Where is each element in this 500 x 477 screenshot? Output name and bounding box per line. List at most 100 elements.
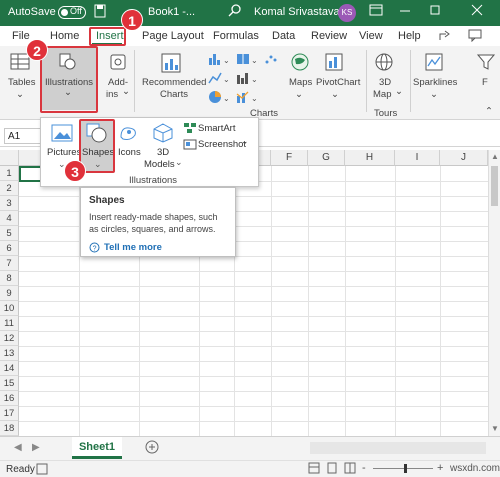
row-header[interactable]: 8 [0,271,19,286]
3d-models-label-2[interactable]: Models [144,159,175,170]
row-header[interactable]: 16 [0,391,19,406]
row-header[interactable]: 7 [0,256,19,271]
tell-me-more-link[interactable]: Tell me more [104,242,162,253]
screenshot-icon[interactable] [183,138,197,153]
add-sheet-icon[interactable] [145,440,159,457]
recommended-charts-icon[interactable] [160,52,182,77]
pivotchart-label[interactable]: PivotChart [316,77,360,88]
column-header[interactable]: F [271,150,308,166]
row-header[interactable]: 12 [0,331,19,346]
row-header[interactable]: 10 [0,301,19,316]
sparklines-label[interactable]: Sparklines [413,77,457,88]
tables-dropdown-icon[interactable]: ⌄ [16,89,24,100]
row-header[interactable]: 3 [0,196,19,211]
sheet-tab[interactable]: Sheet1 [72,437,122,459]
3d-models-icon[interactable] [152,123,174,146]
3d-map-label-1[interactable]: 3D [379,77,391,88]
vertical-scrollbar[interactable]: ▲ ▼ [488,150,500,436]
share-icon[interactable] [438,28,452,45]
accessibility-icon[interactable] [36,463,48,477]
pie-chart-icon[interactable]: ⌄ [208,90,230,107]
row-header[interactable]: 1 [0,166,19,181]
filters-icon[interactable] [476,52,496,75]
collapse-ribbon-icon[interactable]: ⌃ [485,106,493,117]
maps-icon[interactable] [290,52,310,75]
row-header[interactable]: 17 [0,406,19,421]
tab-help[interactable]: Help [398,30,421,42]
3d-models-dropdown-icon[interactable]: ⌄ [175,157,183,168]
search-icon[interactable] [228,3,242,20]
tab-page-layout[interactable]: Page Layout [142,30,204,42]
tab-formulas[interactable]: Formulas [213,30,259,42]
recommended-charts-label-1[interactable]: Recommended [142,77,206,88]
horizontal-scrollbar[interactable] [310,442,486,454]
smartart-label[interactable]: SmartArt [198,123,235,134]
3d-map-dropdown-icon[interactable]: ⌄ [395,86,403,97]
combo-chart-icon[interactable]: ⌄ [236,90,258,107]
column-header[interactable]: H [345,150,395,166]
tables-label[interactable]: Tables [8,77,35,88]
tab-data[interactable]: Data [272,30,295,42]
page-break-view-icon[interactable] [344,462,356,477]
pictures-icon[interactable] [51,123,73,146]
smartart-icon[interactable] [183,122,197,137]
column-header[interactable]: J [440,150,488,166]
scroll-down-icon[interactable]: ▼ [491,424,499,433]
filters-label[interactable]: F [482,77,488,88]
name-box[interactable]: A1 [4,128,44,144]
zoom-slider[interactable] [373,468,433,469]
tab-file[interactable]: File [12,30,30,42]
tab-view[interactable]: View [359,30,383,42]
zoom-out-button[interactable]: - [362,462,366,474]
zoom-in-button[interactable]: + [437,462,443,474]
icons-label[interactable]: Icons [118,147,141,158]
page-layout-view-icon[interactable] [326,462,338,477]
3d-map-label-2[interactable]: Map [373,89,391,100]
row-header[interactable]: 18 [0,421,19,436]
restore-icon[interactable] [428,3,442,20]
zoom-slider-thumb[interactable] [404,464,407,473]
addins-dropdown-icon[interactable]: ⌄ [122,86,130,97]
minimize-icon[interactable] [398,3,412,20]
screenshot-label[interactable]: Screenshot [198,139,246,150]
addins-label-2[interactable]: ins [106,89,118,100]
ribbon-display-icon[interactable] [369,3,383,20]
statistic-chart-icon[interactable]: ⌄ [236,71,258,88]
sparklines-icon[interactable] [424,52,444,75]
select-all-corner[interactable] [0,150,19,166]
row-header[interactable]: 15 [0,376,19,391]
3d-models-label-1[interactable]: 3D [157,147,169,158]
row-header[interactable]: 11 [0,316,19,331]
next-sheet-icon[interactable]: ▶ [32,442,40,453]
scroll-up-icon[interactable]: ▲ [491,152,499,161]
row-header[interactable]: 13 [0,346,19,361]
tab-review[interactable]: Review [311,30,347,42]
column-header[interactable]: I [395,150,440,166]
recommended-charts-label-2[interactable]: Charts [160,89,188,100]
scatter-chart-icon[interactable] [264,52,286,69]
close-icon[interactable] [470,3,484,20]
row-header[interactable]: 2 [0,181,19,196]
spreadsheet-grid[interactable]: A B C D E F G H I J 1 2 3 4 5 6 7 8 9 10… [0,150,488,436]
tab-home[interactable]: Home [50,30,79,42]
row-header[interactable]: 5 [0,226,19,241]
row-header[interactable]: 14 [0,361,19,376]
prev-sheet-icon[interactable]: ◀ [14,442,22,453]
pivotchart-dropdown-icon[interactable]: ⌄ [331,89,339,100]
row-header[interactable]: 6 [0,241,19,256]
pictures-label[interactable]: Pictures [47,147,81,158]
maps-dropdown-icon[interactable]: ⌄ [295,89,303,100]
autosave-toggle[interactable]: Off [58,6,86,19]
screenshot-dropdown-icon[interactable]: ⌄ [241,136,249,147]
sparklines-dropdown-icon[interactable]: ⌄ [430,89,438,100]
hierarchy-chart-icon[interactable]: ⌄ [236,52,258,69]
line-chart-icon[interactable]: ⌄ [208,71,230,88]
pivotchart-icon[interactable] [324,52,344,75]
scroll-thumb[interactable] [491,166,498,206]
row-header[interactable]: 9 [0,286,19,301]
column-header[interactable]: G [308,150,345,166]
row-header[interactable]: 4 [0,211,19,226]
normal-view-icon[interactable] [308,462,320,477]
comments-icon[interactable] [468,28,482,45]
save-icon[interactable] [94,4,106,21]
